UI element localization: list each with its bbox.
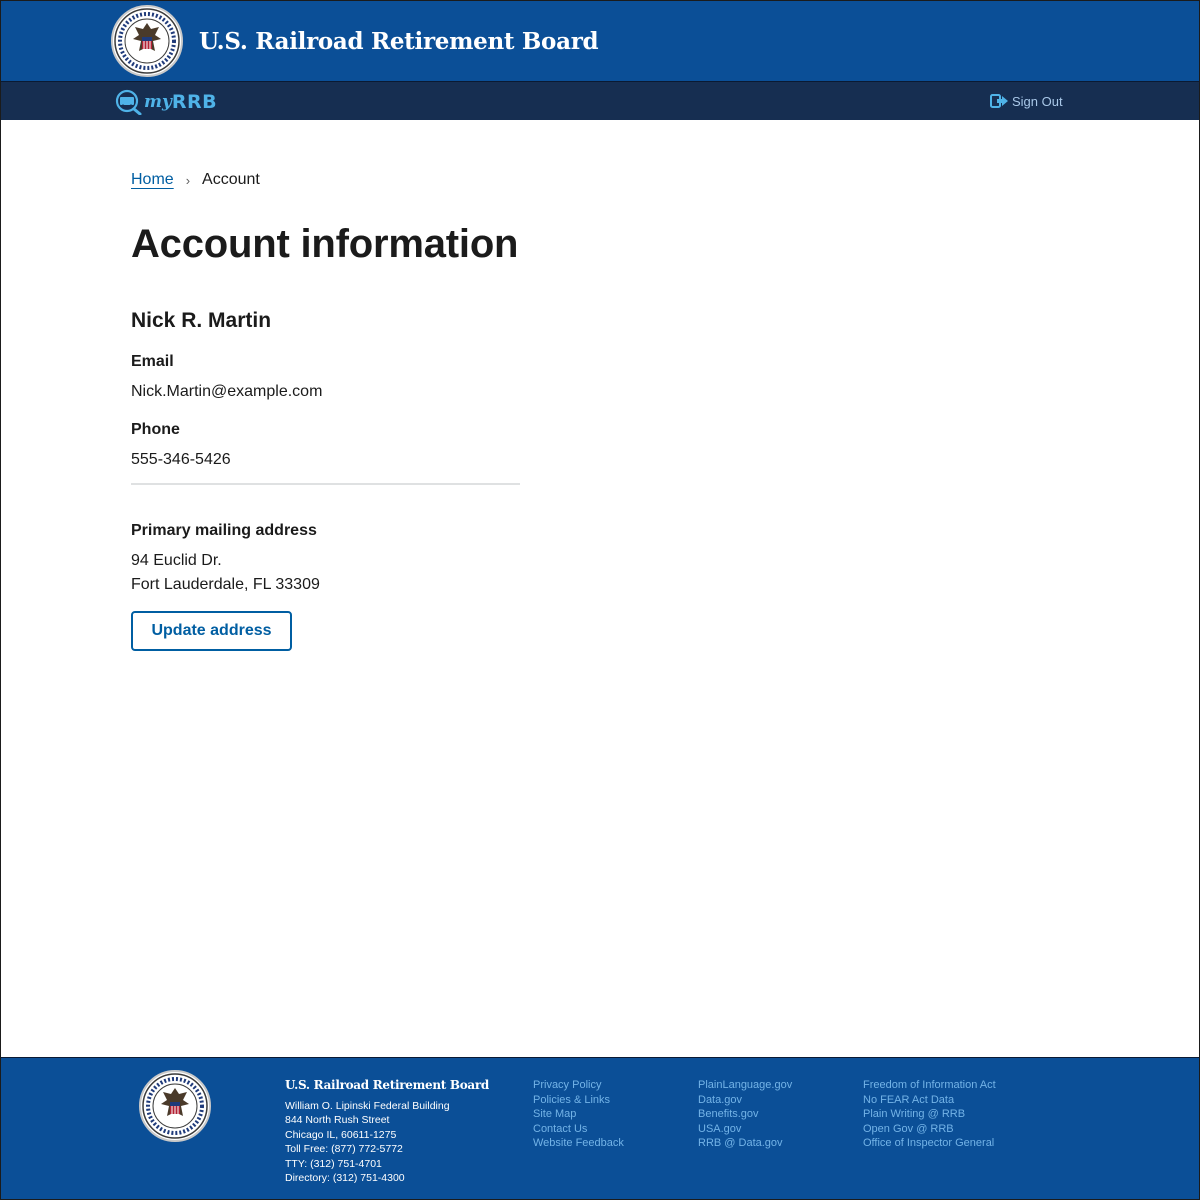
myrrb-logo-my: my	[144, 92, 172, 112]
footer-address-line: 844 North Rush Street	[285, 1114, 390, 1126]
sign-out-icon	[990, 94, 1008, 108]
footer-link-benefits-gov[interactable]: Benefits.gov	[698, 1107, 792, 1122]
address-line-1: 94 Euclid Dr.	[131, 552, 222, 569]
footer-link-rrb-data-gov[interactable]: RRB @ Data.gov	[698, 1136, 792, 1151]
user-name: Nick R. Martin	[131, 309, 272, 332]
sign-out-label: Sign Out	[1012, 93, 1063, 109]
footer-links-col-3: Freedom of Information Act No FEAR Act D…	[863, 1078, 996, 1151]
address-label: Primary mailing address	[131, 522, 317, 539]
site-header: U.S. Railroad Retirement Board	[1, 1, 1199, 81]
main-content: Home › Account Account information Nick …	[131, 171, 651, 651]
email-value: Nick.Martin@example.com	[131, 383, 323, 400]
page-title: Account information	[131, 222, 519, 266]
footer-address-line: Chicago IL, 60611-1275	[285, 1128, 397, 1141]
myrrb-logo-rrb: RRB	[171, 91, 218, 113]
breadcrumb-home-link[interactable]: Home	[131, 171, 174, 189]
myrrb-logo[interactable]: my RRB	[113, 89, 217, 115]
footer-link-site-map[interactable]: Site Map	[533, 1107, 624, 1122]
header-brand[interactable]: U.S. Railroad Retirement Board	[111, 5, 599, 77]
footer-link-foia[interactable]: Freedom of Information Act	[863, 1078, 996, 1093]
breadcrumb: Home › Account	[131, 171, 651, 189]
site-title[interactable]: U.S. Railroad Retirement Board	[199, 28, 599, 55]
footer-org-name: U.S. Railroad Retirement Board	[285, 1078, 490, 1092]
footer-address-line: Toll Free: (877) 772-5772	[285, 1143, 403, 1155]
footer-link-open-gov[interactable]: Open Gov @ RRB	[863, 1122, 996, 1137]
footer-rrb-seal-icon	[139, 1070, 211, 1142]
sign-out-button[interactable]: Sign Out	[990, 93, 1063, 109]
footer-link-inspector-general[interactable]: Office of Inspector General	[863, 1136, 996, 1151]
footer-link-website-feedback[interactable]: Website Feedback	[533, 1136, 624, 1151]
footer-link-plainlanguage[interactable]: PlainLanguage.gov	[698, 1078, 792, 1093]
footer-link-no-fear-act[interactable]: No FEAR Act Data	[863, 1093, 996, 1108]
footer-link-data-gov[interactable]: Data.gov	[698, 1093, 792, 1108]
footer-address-line: Directory: (312) 751-4300	[285, 1172, 405, 1184]
site-footer: U.S. Railroad Retirement Board William O…	[1, 1057, 1199, 1199]
footer-address-line: TTY: (312) 751-4701	[285, 1157, 382, 1170]
update-address-button[interactable]: Update address	[131, 611, 292, 651]
address-line-2: Fort Lauderdale, FL 33309	[131, 576, 320, 593]
phone-label: Phone	[131, 421, 180, 438]
myrrb-logo-icon	[115, 89, 142, 115]
email-label: Email	[131, 353, 174, 370]
footer-link-plain-writing[interactable]: Plain Writing @ RRB	[863, 1107, 996, 1122]
breadcrumb-current: Account	[202, 171, 260, 188]
footer-address: U.S. Railroad Retirement Board William O…	[285, 1078, 489, 1186]
footer-link-contact-us[interactable]: Contact Us	[533, 1122, 624, 1137]
footer-links-col-1: Privacy Policy Policies & Links Site Map…	[533, 1078, 624, 1151]
footer-link-policies-links[interactable]: Policies & Links	[533, 1093, 624, 1108]
footer-address-line: William O. Lipinski Federal Building	[285, 1099, 450, 1112]
chevron-right-icon: ›	[185, 172, 191, 188]
rrb-seal-icon	[111, 5, 183, 77]
nav-bar: my RRB Sign Out	[1, 81, 1199, 120]
footer-links-col-2: PlainLanguage.gov Data.gov Benefits.gov …	[698, 1078, 792, 1151]
footer-link-privacy-policy[interactable]: Privacy Policy	[533, 1078, 624, 1093]
section-divider	[131, 483, 520, 485]
phone-value: 555-346-5426	[131, 451, 231, 468]
footer-link-usa-gov[interactable]: USA.gov	[698, 1122, 792, 1137]
